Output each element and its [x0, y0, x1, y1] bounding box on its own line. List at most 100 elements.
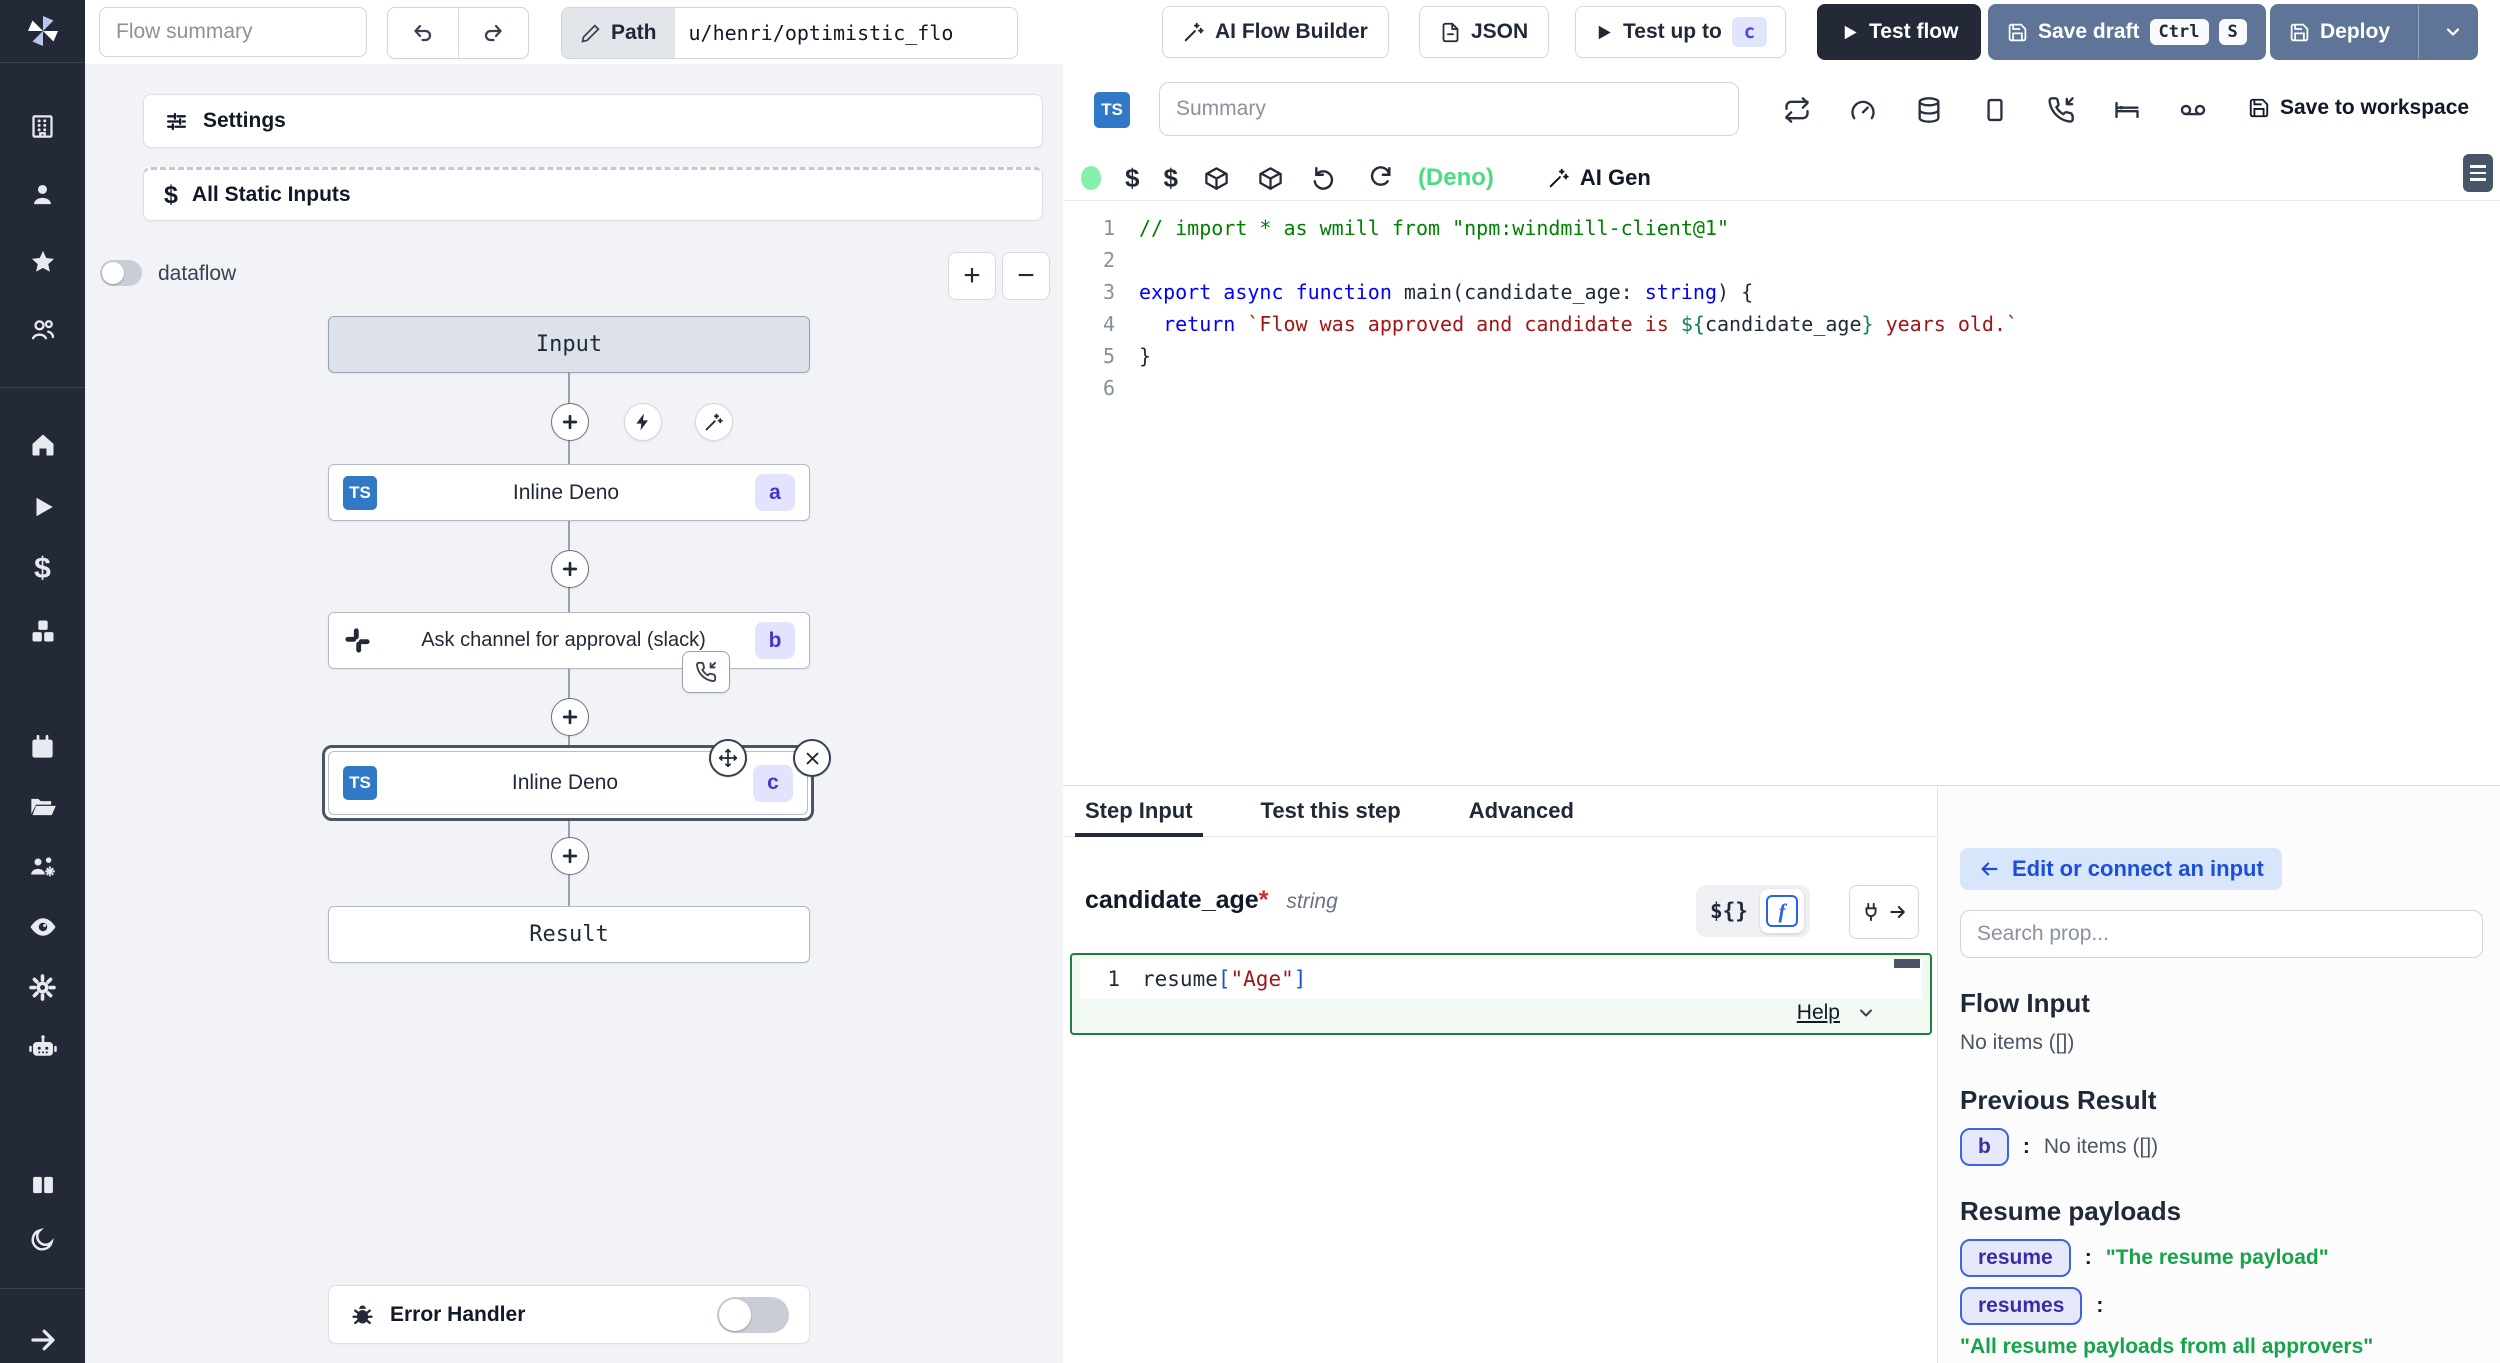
connect-row: resume:"The resume payload": [1960, 1239, 2500, 1277]
suspend-phone-incoming-badge[interactable]: [682, 651, 730, 693]
code-editor[interactable]: 1// import * as wmill from "npm:windmill…: [1063, 212, 2500, 404]
remove-step-button[interactable]: [793, 739, 831, 777]
row-description: "All resume payloads from all approvers": [1960, 1335, 2373, 1359]
code-line[interactable]: 2: [1063, 244, 2500, 276]
sleep-bed-icon[interactable]: [2107, 90, 2147, 130]
save-to-workspace-button[interactable]: Save to workspace: [2248, 96, 2469, 120]
help-link[interactable]: Help: [1797, 1001, 1876, 1025]
ai-gen-button[interactable]: AI Gen: [1548, 165, 1651, 191]
all-static-inputs-card[interactable]: $ All Static Inputs: [143, 167, 1043, 221]
editor-scrollbar-thumb[interactable]: [1894, 959, 1920, 968]
test-flow-button[interactable]: Test flow: [1817, 4, 1981, 60]
save-draft-button[interactable]: Save draft Ctrl S: [1988, 4, 2266, 60]
step-summary-input[interactable]: [1159, 82, 1739, 136]
prop-pill-resumes[interactable]: resumes: [1960, 1287, 2082, 1325]
code-line[interactable]: 3export async function main(candidate_ag…: [1063, 276, 2500, 308]
expression-line-number: 1: [1080, 967, 1142, 991]
test-up-to-button[interactable]: Test up to c: [1575, 6, 1786, 58]
step-a-label: Inline Deno: [377, 481, 755, 505]
package-cube-icon[interactable]: [1202, 158, 1232, 198]
dataflow-toggle[interactable]: [100, 260, 142, 286]
favorites-star-icon[interactable]: [0, 239, 85, 285]
add-resource-dollar-icon[interactable]: $: [1163, 163, 1177, 194]
mock-voicemail-icon[interactable]: [2173, 90, 2213, 130]
mock-rectangle-icon[interactable]: [1975, 90, 2015, 130]
trigger-lightning-button[interactable]: [624, 403, 662, 441]
flow-panel: Settings $ All Static Inputs dataflow + …: [85, 64, 1064, 1363]
move-step-handle[interactable]: [709, 739, 747, 777]
flow-summary-input[interactable]: [99, 7, 367, 57]
help-label: Help: [1797, 1001, 1840, 1025]
error-handler-toggle[interactable]: [717, 1297, 789, 1333]
workspace-building-icon[interactable]: [0, 103, 85, 149]
expand-arrow-icon[interactable]: [0, 1317, 85, 1363]
error-handler-card[interactable]: Error Handler: [328, 1285, 810, 1344]
ai-flow-builder-button[interactable]: AI Flow Builder: [1162, 6, 1389, 58]
code-line[interactable]: 4 return `Flow was approved and candidat…: [1063, 308, 2500, 340]
retry-repeat-icon[interactable]: [1777, 90, 1817, 130]
zoom-out-button[interactable]: −: [1002, 252, 1050, 300]
prop-pill-b[interactable]: b: [1960, 1128, 2009, 1166]
field-name-label: candidate_age*: [1085, 886, 1268, 915]
test-flow-label: Test flow: [1869, 20, 1958, 44]
section-title: Previous Result: [1960, 1085, 2500, 1116]
package-cube-icon[interactable]: [1256, 158, 1286, 198]
prop-pill-resume[interactable]: resume: [1960, 1239, 2071, 1277]
workers-users-gear-icon[interactable]: [0, 844, 85, 890]
row-description: "The resume payload": [2106, 1246, 2329, 1270]
zoom-in-button[interactable]: +: [948, 252, 996, 300]
step-b-node[interactable]: Ask channel for approval (slack) b: [328, 612, 810, 669]
add-step-button[interactable]: [551, 698, 589, 736]
cache-database-icon[interactable]: [1909, 90, 1949, 130]
result-node[interactable]: Result: [328, 906, 810, 963]
undo-button[interactable]: [388, 8, 459, 58]
deploy-dropdown-button[interactable]: [2429, 5, 2477, 59]
add-step-button[interactable]: [551, 550, 589, 588]
docs-book-icon[interactable]: [0, 1162, 85, 1208]
suspend-phone-incoming-icon[interactable]: [2041, 90, 2081, 130]
redo-button[interactable]: [459, 8, 529, 58]
home-icon[interactable]: [0, 422, 85, 468]
reload-refresh-icon[interactable]: [1364, 158, 1394, 198]
path-value-input[interactable]: [675, 8, 1017, 58]
template-mode-button[interactable]: ${}: [1710, 899, 1748, 923]
tab-test-this-step[interactable]: Test this step: [1251, 786, 1411, 836]
expression-editor[interactable]: 1 resume["Age"] Help: [1070, 953, 1932, 1035]
ai-robot-icon[interactable]: [0, 1024, 85, 1070]
resources-boxes-icon[interactable]: [0, 608, 85, 654]
path-chip[interactable]: Path: [562, 8, 675, 58]
add-step-button[interactable]: [551, 403, 589, 441]
settings-gear-icon[interactable]: [0, 964, 85, 1010]
json-button[interactable]: JSON: [1419, 6, 1549, 58]
reset-undo-icon[interactable]: [1310, 158, 1340, 198]
user-icon[interactable]: [0, 171, 85, 217]
windmill-logo[interactable]: [0, 0, 85, 62]
deno-runtime-label[interactable]: (Deno): [1418, 164, 1494, 192]
connect-input-plug-button[interactable]: [1849, 885, 1919, 939]
audit-eye-icon[interactable]: [0, 904, 85, 950]
search-prop-input[interactable]: [1960, 910, 2483, 958]
folders-icon[interactable]: [0, 784, 85, 830]
deploy-button[interactable]: Deploy: [2271, 5, 2408, 59]
schedules-calendar-icon[interactable]: [0, 724, 85, 770]
code-line[interactable]: 1// import * as wmill from "npm:windmill…: [1063, 212, 2500, 244]
code-line[interactable]: 5}: [1063, 340, 2500, 372]
expression-line[interactable]: 1 resume["Age"]: [1080, 959, 1922, 999]
flow-settings-card[interactable]: Settings: [143, 94, 1043, 148]
step-a-node[interactable]: TS Inline Deno a: [328, 464, 810, 521]
theme-moon-icon[interactable]: [0, 1216, 85, 1262]
ai-wand-button[interactable]: [695, 403, 733, 441]
code-line[interactable]: 6: [1063, 372, 2500, 404]
early-stop-gauge-icon[interactable]: [1843, 90, 1883, 130]
javascript-mode-button[interactable]: f: [1760, 889, 1804, 933]
library-book-icon[interactable]: [2463, 154, 2493, 192]
tab-advanced[interactable]: Advanced: [1459, 786, 1584, 836]
add-step-button[interactable]: [551, 837, 589, 875]
variables-dollar-icon[interactable]: $: [0, 546, 85, 592]
tab-step-input[interactable]: Step Input: [1075, 786, 1203, 836]
input-node[interactable]: Input: [328, 316, 810, 373]
groups-users-icon[interactable]: [0, 307, 85, 353]
runs-play-icon[interactable]: [0, 484, 85, 530]
edit-or-connect-back-button[interactable]: Edit or connect an input: [1960, 848, 2282, 890]
add-variable-dollar-icon[interactable]: $: [1125, 163, 1139, 194]
